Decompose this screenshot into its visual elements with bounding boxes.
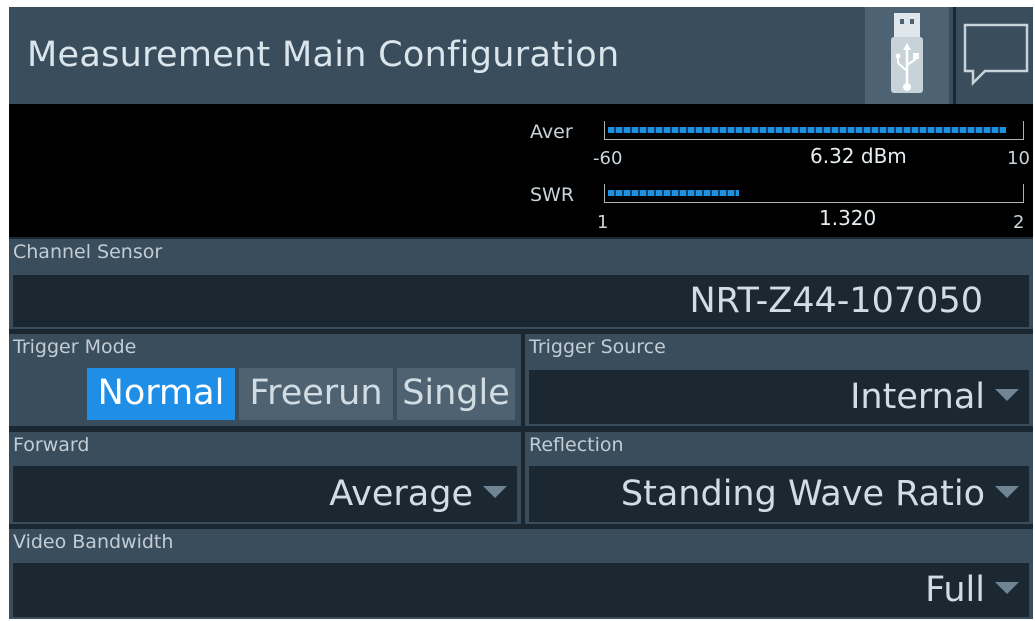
chevron-down-icon [995, 389, 1019, 401]
meter-display: Aver -60 6.32 dBm 10 SWR 1 1.320 2 [9, 104, 1033, 237]
chevron-down-icon [995, 582, 1019, 594]
usb-button[interactable] [865, 7, 949, 104]
trigger-mode-normal-button[interactable]: Normal [87, 368, 235, 420]
video-bandwidth-panel[interactable]: Video Bandwidth Full [9, 529, 1033, 619]
forward-panel[interactable]: Forward Average [9, 432, 521, 524]
video-bandwidth-value: Full [925, 570, 985, 610]
trigger-mode-freerun-button[interactable]: Freerun [239, 368, 393, 420]
average-bar-fill [608, 127, 1006, 133]
trigger-mode-label: Trigger Mode [13, 336, 137, 358]
messages-button[interactable] [953, 7, 1033, 104]
trigger-mode-single-button[interactable]: Single [397, 368, 515, 420]
channel-sensor-panel[interactable]: Channel Sensor NRT-Z44-107050 [9, 239, 1033, 329]
swr-value: 1.320 [819, 206, 877, 230]
swr-min: 1 [597, 212, 609, 233]
swr-max: 2 [1013, 212, 1025, 233]
reflection-label: Reflection [529, 434, 624, 456]
video-bandwidth-dropdown[interactable]: Full [13, 563, 1029, 617]
average-max: 10 [1007, 148, 1030, 169]
trigger-source-label: Trigger Source [529, 336, 666, 358]
average-value: 6.32 dBm [810, 144, 907, 168]
trigger-mode-panel: Trigger Mode Normal Freerun Single [9, 334, 521, 426]
swr-bar-fill [608, 190, 739, 196]
average-label: Aver [530, 121, 573, 143]
trigger-source-panel[interactable]: Trigger Source Internal [525, 334, 1033, 426]
swr-bar [604, 184, 1024, 203]
screen: Measurement Main Configuration Aver -60 … [9, 7, 1033, 619]
chevron-down-icon [483, 486, 507, 498]
forward-value: Average [329, 474, 473, 514]
chevron-down-icon [995, 486, 1019, 498]
channel-sensor-text: NRT-Z44-107050 [689, 281, 983, 321]
usb-icon [891, 13, 923, 93]
forward-dropdown[interactable]: Average [13, 466, 517, 522]
trigger-source-dropdown[interactable]: Internal [529, 370, 1029, 424]
speech-bubble-icon [963, 23, 1029, 87]
page-title: Measurement Main Configuration [27, 35, 620, 75]
channel-sensor-value[interactable]: NRT-Z44-107050 [13, 275, 1029, 327]
header-bar: Measurement Main Configuration [9, 7, 1033, 104]
reflection-value: Standing Wave Ratio [620, 474, 985, 514]
video-bandwidth-label: Video Bandwidth [13, 531, 174, 553]
channel-sensor-label: Channel Sensor [13, 241, 163, 263]
reflection-dropdown[interactable]: Standing Wave Ratio [529, 466, 1029, 522]
average-bar [604, 121, 1024, 140]
reflection-panel[interactable]: Reflection Standing Wave Ratio [525, 432, 1033, 524]
swr-label: SWR [530, 184, 575, 206]
trigger-source-value: Internal [850, 377, 985, 417]
average-min: -60 [593, 148, 623, 169]
forward-label: Forward [13, 434, 90, 456]
